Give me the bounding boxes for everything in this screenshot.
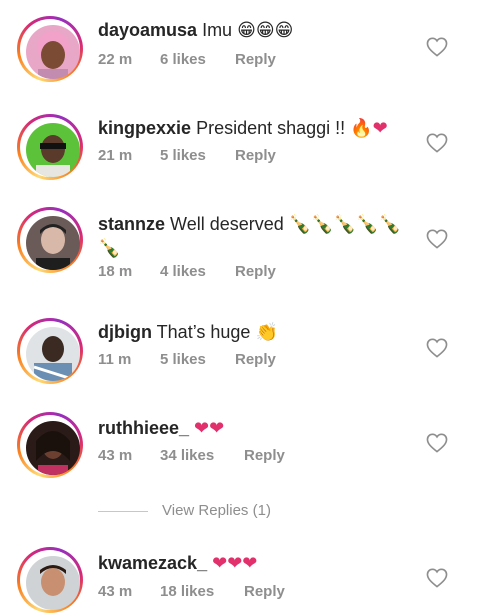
comment-text: kwamezack_ ❤❤❤ (98, 551, 257, 576)
comment-meta: 11 m 5 likes Reply (98, 350, 276, 370)
view-replies-label[interactable]: View Replies (1) (162, 500, 271, 522)
comment-text: stannze Well deserved 🍾🍾🍾🍾🍾 (98, 212, 401, 237)
avatar[interactable] (17, 547, 83, 613)
likes-count[interactable]: 5 likes (160, 146, 235, 166)
comment-meta: 43 m 18 likes Reply (98, 582, 285, 602)
avatar[interactable] (17, 412, 83, 478)
likes-count[interactable]: 5 likes (160, 350, 235, 370)
likes-count[interactable]: 18 likes (160, 582, 244, 602)
reply-button[interactable]: Reply (244, 446, 285, 466)
emoji-bottle: 🍾 (98, 238, 121, 259)
username[interactable]: dayoamusa (98, 20, 197, 40)
avatar[interactable] (17, 114, 83, 180)
like-heart-icon[interactable] (426, 568, 448, 588)
reply-button[interactable]: Reply (235, 50, 276, 70)
comment-body: Well deserved (170, 214, 284, 234)
comment-meta: 21 m 5 likes Reply (98, 146, 276, 166)
emoji-hearts: ❤❤❤ (212, 553, 258, 574)
comment-body: That’s huge (156, 322, 251, 342)
comment-meta: 22 m 6 likes Reply (98, 50, 276, 70)
comment-text: kingpexxie President shaggi !! 🔥❤ (98, 116, 388, 141)
avatar[interactable] (17, 318, 83, 384)
likes-count[interactable]: 4 likes (160, 262, 235, 282)
username[interactable]: kingpexxie (98, 118, 191, 138)
comment-text: djbign That’s huge 👏 (98, 320, 278, 345)
like-heart-icon[interactable] (426, 433, 448, 453)
like-heart-icon[interactable] (426, 133, 448, 153)
timestamp: 43 m (98, 583, 133, 600)
timestamp: 43 m (98, 447, 133, 464)
like-heart-icon[interactable] (426, 37, 448, 57)
divider (98, 511, 148, 512)
username[interactable]: kwamezack_ (98, 553, 207, 573)
reply-button[interactable]: Reply (235, 146, 276, 166)
reply-button[interactable]: Reply (235, 262, 276, 282)
likes-count[interactable]: 6 likes (160, 50, 235, 70)
timestamp: 18 m (98, 263, 133, 280)
like-heart-icon[interactable] (426, 229, 448, 249)
timestamp: 21 m (98, 147, 133, 164)
username[interactable]: stannze (98, 214, 165, 234)
comment-meta: 43 m 34 likes Reply (98, 446, 285, 466)
like-heart-icon[interactable] (426, 338, 448, 358)
comment-meta: 18 m 4 likes Reply (98, 262, 276, 282)
emoji-bottles: 🍾🍾🍾🍾🍾 (288, 214, 401, 235)
comment-body: President shaggi !! (196, 118, 346, 138)
emoji-fire-heart: 🔥❤ (350, 118, 388, 139)
emoji-clap: 👏 (255, 322, 278, 343)
comment-text-continued: 🍾 (98, 236, 120, 261)
comment-body: Imu (202, 20, 233, 40)
likes-count[interactable]: 34 likes (160, 446, 244, 466)
emoji-hearts: ❤❤ (194, 418, 225, 439)
reply-button[interactable]: Reply (244, 582, 285, 602)
username[interactable]: djbign (98, 322, 152, 342)
timestamp: 22 m (98, 51, 133, 68)
avatar[interactable] (17, 207, 83, 273)
comment-text: dayoamusa Imu 😁😁😁 (98, 18, 293, 43)
view-replies-button[interactable]: View Replies (1) (98, 500, 398, 524)
emoji-grin: 😁😁😁 (237, 20, 294, 41)
avatar[interactable] (17, 16, 83, 82)
username[interactable]: ruthhieee_ (98, 418, 189, 438)
comment-text: ruthhieee_ ❤❤ (98, 416, 224, 441)
timestamp: 11 m (98, 351, 132, 368)
reply-button[interactable]: Reply (235, 350, 276, 370)
